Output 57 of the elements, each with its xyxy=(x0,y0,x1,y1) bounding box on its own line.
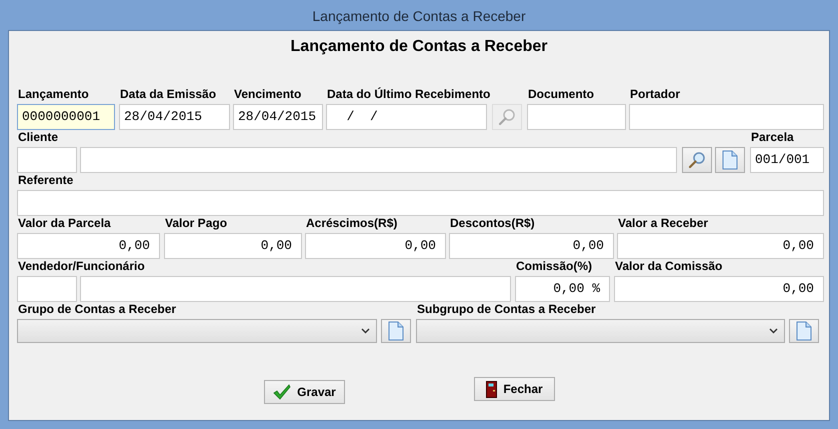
input-field[interactable] xyxy=(17,190,824,216)
field-label: Descontos(R$) xyxy=(449,216,536,230)
field-label: Data do Último Recebimento xyxy=(326,87,490,101)
input-field[interactable]: 0,00 xyxy=(164,233,302,259)
field-label: Portador xyxy=(629,87,682,101)
input-field[interactable]: 0,00 xyxy=(305,233,446,259)
input-field[interactable] xyxy=(629,104,824,130)
form-heading: Lançamento de Contas a Receber xyxy=(290,37,548,57)
save-button[interactable]: Gravar xyxy=(264,380,345,404)
field-label: Data da Emissão xyxy=(119,87,218,101)
input-field[interactable]: 28/04/2015 xyxy=(233,104,323,130)
input-field[interactable]: 28/04/2015 xyxy=(119,104,230,130)
input-field[interactable]: 0,00 xyxy=(614,276,824,302)
document-icon xyxy=(796,321,812,341)
input-field[interactable]: 0,00 xyxy=(617,233,824,259)
input-field[interactable] xyxy=(527,104,626,130)
window-title: Lançamento de Contas a Receber xyxy=(311,6,527,26)
field-label: Subgrupo de Contas a Receber xyxy=(416,302,597,316)
input-field[interactable]: / / xyxy=(326,104,487,130)
input-field[interactable] xyxy=(17,276,77,302)
chevron-down-icon xyxy=(769,328,778,334)
dropdown[interactable] xyxy=(416,319,785,343)
field-label: Vendedor/Funcionário xyxy=(17,259,145,273)
close-button[interactable]: Fechar xyxy=(474,377,555,401)
input-field[interactable]: 0,00 % xyxy=(515,276,610,302)
input-field[interactable] xyxy=(17,147,77,173)
field-label: Referente xyxy=(17,173,74,187)
input-field[interactable]: 001/001 xyxy=(750,147,824,173)
field-label: Comissão(%) xyxy=(515,259,594,273)
field-label: Acréscimos(R$) xyxy=(305,216,398,230)
dropdown[interactable] xyxy=(17,319,377,343)
input-field[interactable] xyxy=(80,147,677,173)
field-label: Lançamento xyxy=(17,87,90,101)
field-label: Valor da Parcela xyxy=(17,216,112,230)
new-button[interactable] xyxy=(789,319,819,343)
search-button[interactable] xyxy=(682,147,712,173)
field-label: Grupo de Contas a Receber xyxy=(17,302,178,316)
field-label: Vencimento xyxy=(233,87,302,101)
input-field[interactable]: 0,00 xyxy=(17,233,160,259)
field-label: Valor a Receber xyxy=(617,216,710,230)
input-field[interactable]: 0000000001 xyxy=(17,104,115,130)
checkmark-icon xyxy=(273,384,292,400)
new-button[interactable] xyxy=(715,147,745,173)
input-field[interactable] xyxy=(80,276,511,302)
door-icon xyxy=(486,380,498,398)
search-icon xyxy=(687,150,707,170)
document-icon xyxy=(722,150,738,170)
field-label: Cliente xyxy=(17,130,60,144)
input-field[interactable]: 0,00 xyxy=(449,233,614,259)
field-label: Valor Pago xyxy=(164,216,228,230)
field-label: Parcela xyxy=(750,130,795,144)
chevron-down-icon xyxy=(361,328,370,334)
search-icon xyxy=(497,107,517,127)
field-label: Documento xyxy=(527,87,595,101)
field-label: Valor da Comissão xyxy=(614,259,724,273)
new-button[interactable] xyxy=(381,319,411,343)
document-icon xyxy=(388,321,404,341)
